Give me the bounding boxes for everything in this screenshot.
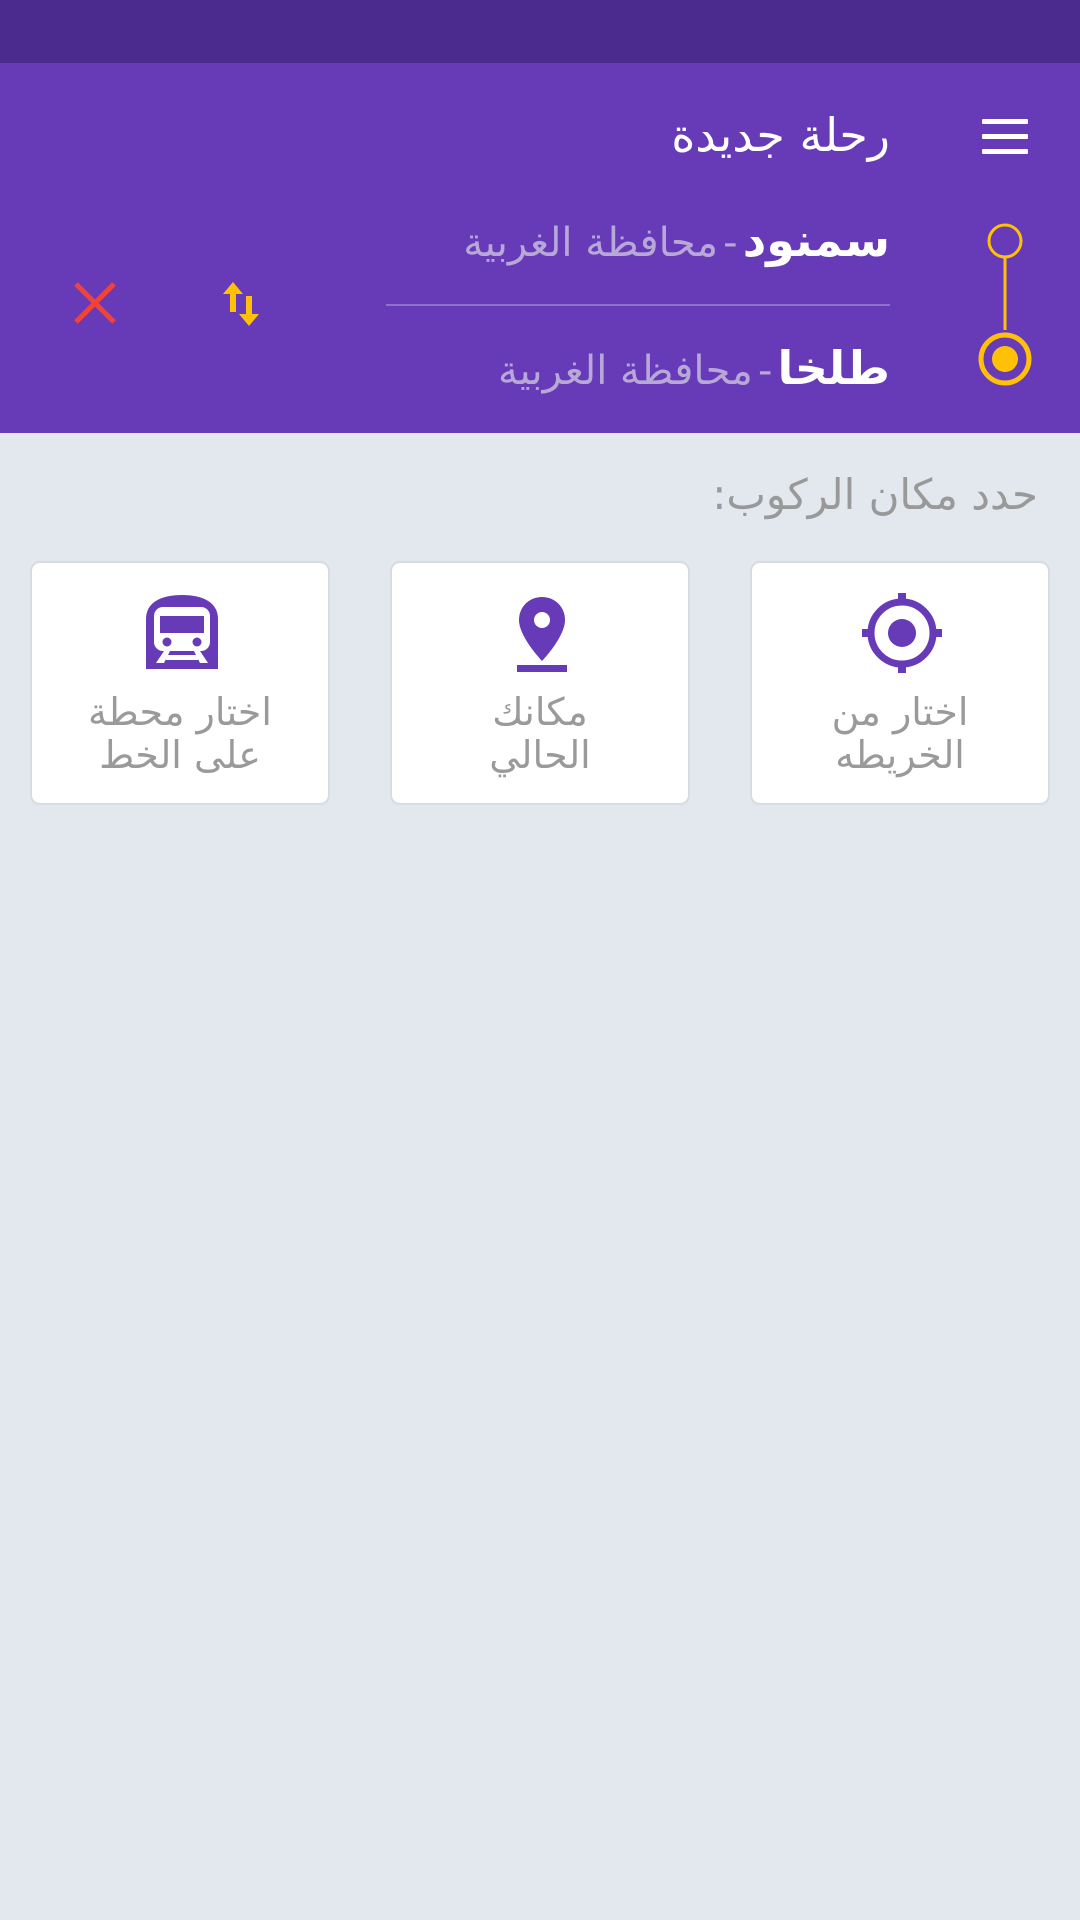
train-icon bbox=[146, 595, 218, 669]
crosshair-target-icon bbox=[862, 593, 942, 673]
menu-button[interactable] bbox=[980, 117, 1030, 157]
destination-region: محافظة الغربية bbox=[498, 348, 753, 394]
destination-separator: - bbox=[757, 348, 773, 394]
clear-button[interactable] bbox=[70, 278, 120, 328]
origin-region: محافظة الغربية bbox=[463, 220, 719, 266]
swap-vertical-icon bbox=[223, 282, 259, 326]
close-icon bbox=[74, 282, 116, 324]
location-pin-icon bbox=[517, 597, 567, 672]
page-title: رحلة جديدة bbox=[671, 108, 890, 162]
origin-field[interactable]: سمنود - محافظة الغربية bbox=[370, 205, 890, 286]
route-line-icon bbox=[978, 223, 1032, 386]
swap-button[interactable] bbox=[215, 278, 267, 330]
option-label: اختار محطة على الخط bbox=[88, 690, 272, 777]
option-label: مكانك الحالي bbox=[489, 690, 591, 777]
origin-name: سمنود bbox=[742, 213, 890, 267]
field-divider bbox=[386, 304, 890, 306]
status-bar bbox=[0, 0, 1080, 63]
destination-field[interactable]: طلخا - محافظة الغربية bbox=[370, 333, 890, 414]
pickup-section-label: حدد مكان الركوب: bbox=[712, 470, 1038, 519]
origin-separator: - bbox=[723, 220, 738, 266]
destination-name: طلخا bbox=[777, 341, 890, 395]
choose-from-map-button[interactable]: اختار من الخريطه bbox=[750, 561, 1050, 805]
option-label: اختار من الخريطه bbox=[831, 690, 969, 777]
origin-marker-icon bbox=[987, 223, 1023, 259]
current-location-button[interactable]: مكانك الحالي bbox=[390, 561, 690, 805]
choose-station-button[interactable]: اختار محطة على الخط bbox=[30, 561, 330, 805]
